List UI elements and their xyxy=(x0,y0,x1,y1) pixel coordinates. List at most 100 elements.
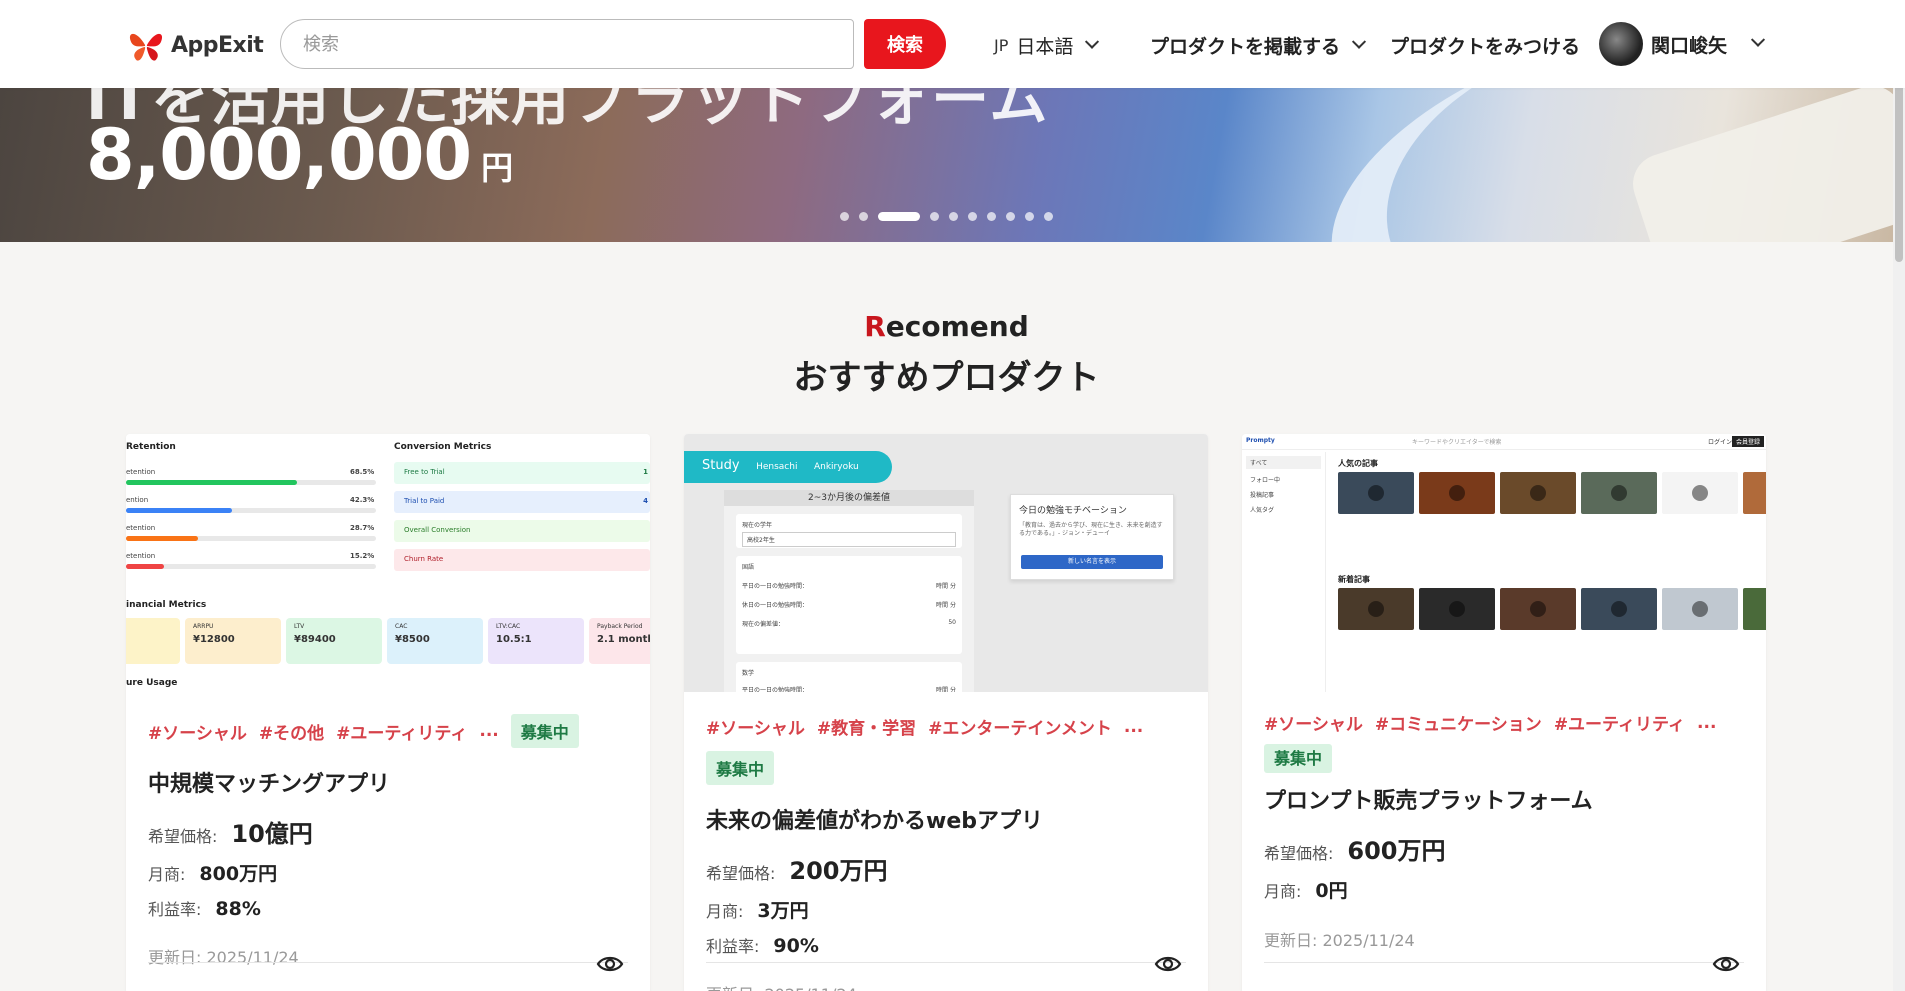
thumb-video-tile xyxy=(1338,472,1414,514)
nav-find-product[interactable]: プロダクトをみつける xyxy=(1390,32,1580,59)
thumb-text: 会員登録 xyxy=(1732,436,1765,447)
thumb-metric-tile: ARRPU ¥12800 xyxy=(185,618,281,664)
thumb-form: 2~3か月後の偏差値 現在の学年 高校2年生 国語 平日の一日の勉強時間： 時間 … xyxy=(724,490,974,692)
price-label: 希望価格: xyxy=(1264,844,1334,863)
updated-date: 更新日: 2025/11/24 xyxy=(148,948,299,967)
scrollbar-track[interactable] xyxy=(1893,0,1905,991)
tag[interactable]: #教育・学習 xyxy=(817,714,916,739)
status-badge: 募集中 xyxy=(706,751,775,785)
tag[interactable]: #コミュニケーション xyxy=(1375,710,1542,735)
language-selector[interactable]: JP 日本語 xyxy=(994,32,1100,59)
product-thumbnail: Study Hensachi Ankiryoku 2~3か月後の偏差値 現在の学… xyxy=(684,434,1208,692)
thumb-video-tile xyxy=(1662,588,1738,630)
thumb-value: 10.5:1 xyxy=(496,634,532,645)
tag[interactable]: #その他 xyxy=(259,719,324,744)
thumb-label: etention xyxy=(126,468,156,476)
thumb-text: Prompty xyxy=(1246,437,1275,444)
carousel-dot[interactable] xyxy=(878,212,920,221)
logo[interactable]: AppExit xyxy=(127,26,264,64)
tag[interactable]: #ソーシャル xyxy=(706,714,805,739)
tag[interactable]: #ソーシャル xyxy=(148,719,247,744)
search-input[interactable] xyxy=(280,19,854,69)
monthly-row: 月商: 800万円 xyxy=(148,859,628,886)
eye-icon[interactable] xyxy=(1154,954,1182,974)
search-button[interactable]: 検索 xyxy=(864,19,946,69)
thumb-value: 28.7% xyxy=(350,524,375,532)
tag-list: #ソーシャル #教育・学習 #エンターテインメント ... 募集中 xyxy=(706,714,1186,785)
hero-carousel[interactable]: ITを活用した採用プラットフォーム 8,000,000 円 xyxy=(0,88,1893,242)
product-thumbnail: Retention Conversion Metrics etention 68.… xyxy=(126,434,650,692)
thumb-tab: Ankiryoku xyxy=(813,462,859,472)
thumb-sidebar: すべて フォロー中 投稿記事 人気タグ xyxy=(1242,452,1326,692)
tag[interactable]: #ユーティリティ xyxy=(336,719,467,744)
thumb-metric-tile xyxy=(126,618,180,664)
card-body: #ソーシャル #コミュニケーション #ユーティリティ ... 募集中 プロンプト… xyxy=(1264,710,1744,951)
carousel-dot[interactable] xyxy=(987,212,996,221)
tag[interactable]: #ソーシャル xyxy=(1264,710,1363,735)
thumb-text: 高校2年生 xyxy=(742,532,956,547)
thumb-button: 新しい名言を表示 xyxy=(1021,555,1163,569)
thumb-label: Free to Trial xyxy=(404,468,445,476)
tag-more: ... xyxy=(1697,712,1717,733)
thumb-text: 「教育は、過去から学び、現在に生き、未来を創造する力である。」- ジョン・デュー… xyxy=(1019,522,1163,538)
thumb-video-tile xyxy=(1419,472,1495,514)
thumb-text: 時間 xyxy=(936,687,949,692)
tag[interactable]: #エンターテインメント xyxy=(928,714,1112,739)
logo-text: AppExit xyxy=(171,32,264,58)
card-title[interactable]: 中規模マッチングアプリ xyxy=(148,766,628,798)
thumb-video-tile xyxy=(1338,588,1414,630)
monthly-value: 800万円 xyxy=(199,863,278,885)
eye-icon[interactable] xyxy=(596,954,624,974)
carousel-dot[interactable] xyxy=(1025,212,1034,221)
thumb-bar-fill xyxy=(126,480,298,485)
thumb-conversion-row: Trial to Paid 4 xyxy=(394,491,650,513)
thumb-bar-fill xyxy=(126,564,164,569)
thumb-video-tile xyxy=(1500,472,1576,514)
carousel-dot[interactable] xyxy=(949,212,958,221)
thumb-text: 平日の一日の勉強時間： xyxy=(742,583,809,590)
thumb-conversion-row: Free to Trial 1 xyxy=(394,462,650,484)
thumb-label: ARRPU xyxy=(193,623,214,630)
carousel-dot[interactable] xyxy=(930,212,939,221)
card-title[interactable]: プロンプト販売プラットフォーム xyxy=(1264,783,1744,815)
nav-list-product[interactable]: プロダクトを掲載する xyxy=(1150,32,1367,59)
carousel-dot[interactable] xyxy=(859,212,868,221)
carousel-dot[interactable] xyxy=(968,212,977,221)
thumb-label: CAC xyxy=(395,623,408,630)
product-card[interactable]: Retention Conversion Metrics etention 68.… xyxy=(126,434,650,991)
thumb-text: 数学 xyxy=(742,670,755,677)
section-title: おすすめプロダクト xyxy=(793,358,1100,398)
eye-icon[interactable] xyxy=(1712,954,1740,974)
carousel-dot[interactable] xyxy=(1044,212,1053,221)
card-title[interactable]: 未来の偏差値がわかるwebアプリ xyxy=(706,803,1186,835)
carousel-dot[interactable] xyxy=(1006,212,1015,221)
thumb-video-tile xyxy=(1581,588,1657,630)
card-body: #ソーシャル #その他 #ユーティリティ ... 募集中 中規模マッチングアプリ… xyxy=(148,714,628,968)
thumb-label: etention xyxy=(126,524,156,532)
tag[interactable]: #ユーティリティ xyxy=(1554,710,1685,735)
price-value: 10億円 xyxy=(231,820,313,848)
thumb-text: 人気の記事 xyxy=(1338,459,1378,468)
hero-price-amount: 8,000,000 xyxy=(86,114,472,196)
divider xyxy=(706,962,1186,963)
thumb-metric-tile: LTV:CAC 10.5:1 xyxy=(488,618,584,664)
hero-price-unit: 円 xyxy=(481,149,514,187)
nav-find-product-label: プロダクトをみつける xyxy=(1390,36,1581,58)
thumb-value: 42.3% xyxy=(350,496,375,504)
profit-value: 88% xyxy=(215,898,261,920)
monthly-label: 月商: xyxy=(1264,882,1302,901)
thumb-bar-fill xyxy=(126,508,232,513)
product-card[interactable]: Prompty キーワードやクリエイターで検索 ログイン 会員登録 すべて フォ… xyxy=(1242,434,1766,991)
carousel-dot[interactable] xyxy=(840,212,849,221)
user-menu[interactable]: 関口峻矢 xyxy=(1599,22,1766,66)
thumb-value: ¥8500 xyxy=(395,634,430,645)
product-thumbnail: Prompty キーワードやクリエイターで検索 ログイン 会員登録 すべて フォ… xyxy=(1242,434,1766,692)
price-row: 希望価格: 600万円 xyxy=(1264,831,1744,866)
thumb-subtitle: 2~3か月後の偏差値 xyxy=(724,490,974,506)
price-label: 希望価格: xyxy=(706,864,776,883)
tag-list: #ソーシャル #コミュニケーション #ユーティリティ ... xyxy=(1264,710,1744,736)
thumb-conversion-row: Overall Conversion xyxy=(394,520,650,542)
thumb-text: 休日の一日の勉強時間： xyxy=(742,602,809,609)
product-card[interactable]: Study Hensachi Ankiryoku 2~3か月後の偏差値 現在の学… xyxy=(684,434,1208,991)
thumb-tab: Hensachi xyxy=(756,462,798,472)
